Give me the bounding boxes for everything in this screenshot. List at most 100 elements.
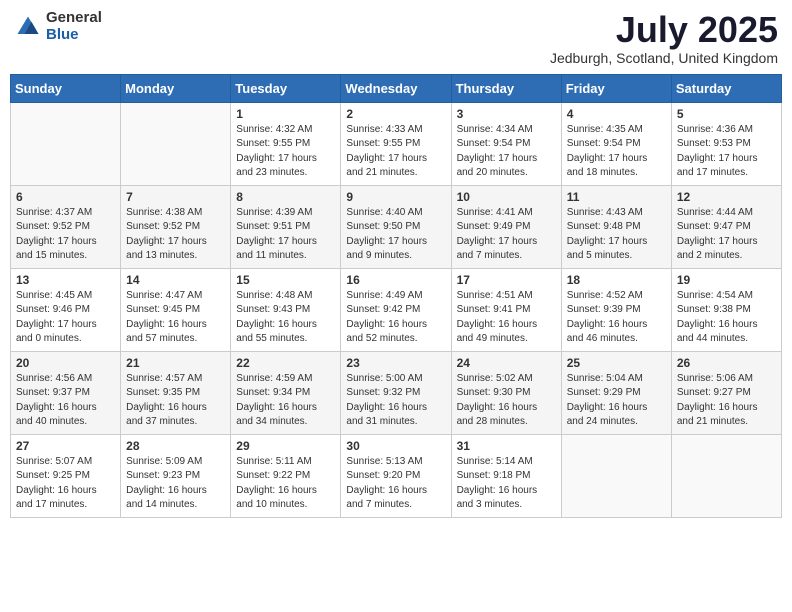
day-info: Sunrise: 5:00 AM Sunset: 9:32 PM Dayligh…: [346, 372, 445, 430]
calendar-cell: 22 Sunrise: 4:59 AM Sunset: 9:34 PM Dayl…: [231, 351, 341, 434]
daylight-text: Daylight: 16 hours and 52 minutes.: [346, 319, 427, 345]
sunrise-text: Sunrise: 4:57 AM: [126, 373, 202, 384]
calendar-cell: 4 Sunrise: 4:35 AM Sunset: 9:54 PM Dayli…: [561, 102, 671, 185]
weekday-header: Thursday: [451, 74, 561, 102]
day-number: 29: [236, 439, 335, 453]
sunrise-text: Sunrise: 4:39 AM: [236, 207, 312, 218]
calendar-cell: 17 Sunrise: 4:51 AM Sunset: 9:41 PM Dayl…: [451, 268, 561, 351]
sunrise-text: Sunrise: 5:11 AM: [236, 456, 311, 467]
sunset-text: Sunset: 9:54 PM: [567, 138, 641, 149]
calendar-cell: 5 Sunrise: 4:36 AM Sunset: 9:53 PM Dayli…: [671, 102, 781, 185]
day-info: Sunrise: 4:34 AM Sunset: 9:54 PM Dayligh…: [457, 123, 556, 181]
day-info: Sunrise: 4:54 AM Sunset: 9:38 PM Dayligh…: [677, 289, 776, 347]
sunset-text: Sunset: 9:41 PM: [457, 304, 531, 315]
calendar-cell: 6 Sunrise: 4:37 AM Sunset: 9:52 PM Dayli…: [11, 185, 121, 268]
calendar-cell: 27 Sunrise: 5:07 AM Sunset: 9:25 PM Dayl…: [11, 434, 121, 517]
sunset-text: Sunset: 9:54 PM: [457, 138, 531, 149]
calendar-cell: 26 Sunrise: 5:06 AM Sunset: 9:27 PM Dayl…: [671, 351, 781, 434]
calendar-cell: 10 Sunrise: 4:41 AM Sunset: 9:49 PM Dayl…: [451, 185, 561, 268]
day-info: Sunrise: 5:06 AM Sunset: 9:27 PM Dayligh…: [677, 372, 776, 430]
weekday-header: Sunday: [11, 74, 121, 102]
day-number: 27: [16, 439, 115, 453]
calendar: SundayMondayTuesdayWednesdayThursdayFrid…: [10, 74, 782, 518]
day-number: 20: [16, 356, 115, 370]
day-number: 6: [16, 190, 115, 204]
daylight-text: Daylight: 17 hours and 5 minutes.: [567, 236, 648, 262]
sunset-text: Sunset: 9:46 PM: [16, 304, 90, 315]
day-info: Sunrise: 5:13 AM Sunset: 9:20 PM Dayligh…: [346, 455, 445, 513]
calendar-cell: 16 Sunrise: 4:49 AM Sunset: 9:42 PM Dayl…: [341, 268, 451, 351]
sunset-text: Sunset: 9:37 PM: [16, 387, 90, 398]
day-info: Sunrise: 4:38 AM Sunset: 9:52 PM Dayligh…: [126, 206, 225, 264]
day-number: 23: [346, 356, 445, 370]
calendar-cell: [121, 102, 231, 185]
day-number: 11: [567, 190, 666, 204]
sunrise-text: Sunrise: 5:07 AM: [16, 456, 92, 467]
logo-general: General: [46, 10, 102, 27]
sunset-text: Sunset: 9:35 PM: [126, 387, 200, 398]
logo: General Blue: [14, 10, 102, 43]
day-number: 28: [126, 439, 225, 453]
calendar-cell: 20 Sunrise: 4:56 AM Sunset: 9:37 PM Dayl…: [11, 351, 121, 434]
sunrise-text: Sunrise: 4:40 AM: [346, 207, 422, 218]
day-info: Sunrise: 5:07 AM Sunset: 9:25 PM Dayligh…: [16, 455, 115, 513]
day-number: 17: [457, 273, 556, 287]
day-number: 19: [677, 273, 776, 287]
day-info: Sunrise: 5:09 AM Sunset: 9:23 PM Dayligh…: [126, 455, 225, 513]
sunrise-text: Sunrise: 5:00 AM: [346, 373, 422, 384]
sunset-text: Sunset: 9:45 PM: [126, 304, 200, 315]
sunset-text: Sunset: 9:52 PM: [16, 221, 90, 232]
day-number: 26: [677, 356, 776, 370]
daylight-text: Daylight: 17 hours and 17 minutes.: [677, 153, 758, 179]
weekday-header: Monday: [121, 74, 231, 102]
day-number: 22: [236, 356, 335, 370]
day-info: Sunrise: 4:47 AM Sunset: 9:45 PM Dayligh…: [126, 289, 225, 347]
calendar-cell: 13 Sunrise: 4:45 AM Sunset: 9:46 PM Dayl…: [11, 268, 121, 351]
day-info: Sunrise: 5:14 AM Sunset: 9:18 PM Dayligh…: [457, 455, 556, 513]
sunrise-text: Sunrise: 5:06 AM: [677, 373, 753, 384]
sunset-text: Sunset: 9:51 PM: [236, 221, 310, 232]
daylight-text: Daylight: 16 hours and 49 minutes.: [457, 319, 538, 345]
day-info: Sunrise: 4:39 AM Sunset: 9:51 PM Dayligh…: [236, 206, 335, 264]
day-info: Sunrise: 4:35 AM Sunset: 9:54 PM Dayligh…: [567, 123, 666, 181]
sunset-text: Sunset: 9:22 PM: [236, 470, 310, 481]
sunset-text: Sunset: 9:38 PM: [677, 304, 751, 315]
calendar-cell: 21 Sunrise: 4:57 AM Sunset: 9:35 PM Dayl…: [121, 351, 231, 434]
daylight-text: Daylight: 16 hours and 40 minutes.: [16, 402, 97, 428]
weekday-header: Tuesday: [231, 74, 341, 102]
page-header: General Blue July 2025 Jedburgh, Scotlan…: [10, 10, 782, 66]
sunset-text: Sunset: 9:48 PM: [567, 221, 641, 232]
sunset-text: Sunset: 9:47 PM: [677, 221, 751, 232]
calendar-week-row: 27 Sunrise: 5:07 AM Sunset: 9:25 PM Dayl…: [11, 434, 782, 517]
calendar-cell: [671, 434, 781, 517]
day-number: 16: [346, 273, 445, 287]
day-number: 4: [567, 107, 666, 121]
daylight-text: Daylight: 16 hours and 44 minutes.: [677, 319, 758, 345]
sunrise-text: Sunrise: 4:43 AM: [567, 207, 643, 218]
day-number: 30: [346, 439, 445, 453]
sunrise-text: Sunrise: 5:09 AM: [126, 456, 202, 467]
calendar-cell: 30 Sunrise: 5:13 AM Sunset: 9:20 PM Dayl…: [341, 434, 451, 517]
day-info: Sunrise: 4:45 AM Sunset: 9:46 PM Dayligh…: [16, 289, 115, 347]
sunset-text: Sunset: 9:39 PM: [567, 304, 641, 315]
day-number: 14: [126, 273, 225, 287]
sunset-text: Sunset: 9:27 PM: [677, 387, 751, 398]
calendar-cell: 12 Sunrise: 4:44 AM Sunset: 9:47 PM Dayl…: [671, 185, 781, 268]
logo-icon: [14, 13, 42, 41]
sunrise-text: Sunrise: 4:44 AM: [677, 207, 753, 218]
day-info: Sunrise: 5:02 AM Sunset: 9:30 PM Dayligh…: [457, 372, 556, 430]
daylight-text: Daylight: 17 hours and 15 minutes.: [16, 236, 97, 262]
day-number: 21: [126, 356, 225, 370]
day-number: 13: [16, 273, 115, 287]
sunrise-text: Sunrise: 4:41 AM: [457, 207, 533, 218]
logo-text: General Blue: [46, 10, 102, 43]
calendar-cell: 11 Sunrise: 4:43 AM Sunset: 9:48 PM Dayl…: [561, 185, 671, 268]
daylight-text: Daylight: 17 hours and 11 minutes.: [236, 236, 317, 262]
calendar-cell: 24 Sunrise: 5:02 AM Sunset: 9:30 PM Dayl…: [451, 351, 561, 434]
daylight-text: Daylight: 17 hours and 18 minutes.: [567, 153, 648, 179]
calendar-week-row: 6 Sunrise: 4:37 AM Sunset: 9:52 PM Dayli…: [11, 185, 782, 268]
day-number: 1: [236, 107, 335, 121]
day-info: Sunrise: 4:48 AM Sunset: 9:43 PM Dayligh…: [236, 289, 335, 347]
sunrise-text: Sunrise: 4:35 AM: [567, 124, 643, 135]
day-info: Sunrise: 4:41 AM Sunset: 9:49 PM Dayligh…: [457, 206, 556, 264]
